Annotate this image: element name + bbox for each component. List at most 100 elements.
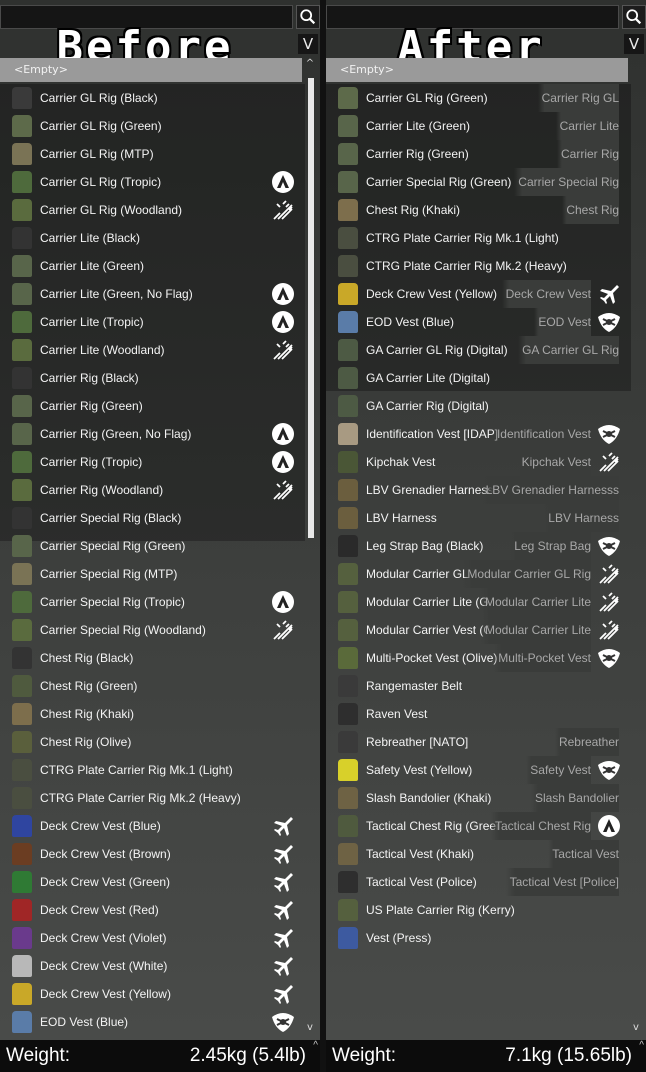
search-button[interactable] [622, 5, 646, 29]
item-name: Slash Bandolier (Khaki) [366, 791, 492, 805]
list-item[interactable]: Carrier Special Rig (Black) [0, 504, 305, 532]
item-thumbnail-icon [12, 983, 32, 1005]
list-item[interactable]: LBV Harness LBV Harness [326, 504, 631, 532]
list-item[interactable]: Deck Crew Vest (Yellow) [0, 980, 305, 1008]
list-item[interactable]: Carrier Lite (Woodland) [0, 336, 305, 364]
list-item[interactable]: Rangemaster Belt [326, 672, 631, 700]
item-name: Safety Vest (Yellow) [366, 763, 473, 777]
item-name: Identification Vest [IDAP] [366, 427, 499, 441]
scroll-down-arrow[interactable]: v [630, 1022, 642, 1034]
list-item[interactable]: EOD Vest (Blue) [0, 1008, 305, 1036]
item-thumbnail-icon [338, 675, 358, 697]
list-item[interactable]: Carrier Special Rig (MTP) [0, 560, 305, 588]
list-item[interactable]: Carrier GL Rig (MTP) [0, 140, 305, 168]
list-item[interactable]: Vest (Press) [326, 924, 631, 952]
list-item[interactable]: Raven Vest [326, 700, 631, 728]
item-name: LBV Harness [366, 511, 437, 525]
item-thumbnail-icon [12, 283, 32, 305]
list-item[interactable]: Tactical Chest Rig (Green) Tactical Chest… [326, 812, 631, 840]
scroll-down-arrow[interactable]: v [304, 1022, 316, 1034]
sort-button[interactable]: V [624, 34, 644, 54]
list-item[interactable]: Carrier Special Rig (Tropic) [0, 588, 305, 616]
item-name: Multi-Pocket Vest (Olive) [366, 651, 498, 665]
list-item[interactable]: Carrier Lite (Black) [0, 224, 305, 252]
list-item[interactable]: Deck Crew Vest (Blue) [0, 812, 305, 840]
list-item[interactable]: Carrier GL Rig (Green) Carrier Rig GL [326, 84, 631, 112]
list-item[interactable]: Carrier Rig (Green, No Flag) [0, 420, 305, 448]
list-item[interactable]: Chest Rig (Khaki) [0, 700, 305, 728]
list-item[interactable]: EOD Vest (Blue) EOD Vest [326, 308, 631, 336]
list-item[interactable]: Chest Rig (Green) [0, 672, 305, 700]
list-item[interactable]: Deck Crew Vest (White) [0, 952, 305, 980]
list-item[interactable]: Carrier Lite (Green) [0, 252, 305, 280]
apex-icon [271, 310, 295, 334]
list-item[interactable]: Carrier Rig (Woodland) [0, 476, 305, 504]
item-source: Kipchak Vest [517, 448, 591, 476]
list-item[interactable]: Kipchak Vest Kipchak Vest [326, 448, 631, 476]
item-thumbnail-icon [12, 311, 32, 333]
item-thumbnail-icon [338, 283, 358, 305]
list-item[interactable]: Carrier Special Rig (Woodland) [0, 616, 305, 644]
list-item[interactable]: Carrier GL Rig (Woodland) [0, 196, 305, 224]
item-name: CTRG Plate Carrier Rig Mk.2 (Heavy) [40, 791, 241, 805]
list-item[interactable]: Carrier Lite (Tropic) [0, 308, 305, 336]
sort-button[interactable]: V [298, 34, 318, 54]
list-item[interactable]: Carrier GL Rig (Tropic) [0, 168, 305, 196]
list-item[interactable]: Deck Crew Vest (Violet) [0, 924, 305, 952]
list-item[interactable]: Rebreather [NATO] Rebreather [326, 728, 631, 756]
list-item[interactable]: Deck Crew Vest (Green) [0, 868, 305, 896]
list-item[interactable]: Carrier GL Rig (Black) [0, 84, 305, 112]
list-item[interactable]: Carrier Rig (Green) Carrier Rig [326, 140, 631, 168]
item-name: US Plate Carrier Rig (Kerry) [366, 903, 515, 917]
list-item[interactable]: US Plate Carrier Rig (Kerry) [326, 896, 631, 924]
item-source: Carrier Rig [556, 140, 619, 168]
list-item[interactable]: GA Carrier Lite (Digital) [326, 364, 631, 392]
list-item[interactable]: Carrier Special Rig (Green) Carrier Speci… [326, 168, 631, 196]
list-item[interactable]: Carrier Rig (Black) [0, 364, 305, 392]
list-item[interactable]: Carrier GL Rig (Green) [0, 112, 305, 140]
item-thumbnail-icon [338, 619, 358, 641]
list-item[interactable]: Modular Carrier GL Rig Modular Carrier GL… [326, 560, 631, 588]
list-item[interactable]: Deck Crew Vest (Red) [0, 896, 305, 924]
list-item[interactable]: Modular Carrier Lite (Geo Modular Carrier… [326, 588, 631, 616]
item-name: Carrier GL Rig (Green) [366, 91, 488, 105]
empty-item[interactable]: <Empty> [0, 58, 302, 82]
list-item[interactable]: Modular Carrier Vest (Geo Modular Carrier… [326, 616, 631, 644]
list-item[interactable]: CTRG Plate Carrier Rig Mk.2 (Heavy) [326, 252, 631, 280]
list-item[interactable]: Carrier Rig (Tropic) [0, 448, 305, 476]
item-thumbnail-icon [338, 899, 358, 921]
item-thumbnail-icon [12, 675, 32, 697]
list-item[interactable]: Tactical Vest (Police) Tactical Vest [Pol… [326, 868, 631, 896]
scroll-up-arrow[interactable]: ^ [304, 58, 316, 70]
list-item[interactable]: Chest Rig (Khaki) Chest Rig [326, 196, 631, 224]
list-item[interactable]: Identification Vest [IDAP] Identification… [326, 420, 631, 448]
list-item[interactable]: GA Carrier GL Rig (Digital) GA Carrier GL… [326, 336, 631, 364]
list-item[interactable]: Carrier Lite (Green, No Flag) [0, 280, 305, 308]
list-item[interactable]: Leg Strap Bag (Black) Leg Strap Bag [326, 532, 631, 560]
empty-item[interactable]: <Empty> [326, 58, 628, 82]
laws-of-war-icon [271, 1010, 295, 1034]
list-item[interactable]: Tactical Vest (Khaki) Tactical Vest [326, 840, 631, 868]
item-name: Carrier Special Rig (Black) [40, 511, 182, 525]
list-item[interactable]: CTRG Plate Carrier Rig Mk.1 (Light) [0, 756, 305, 784]
list-item[interactable]: Carrier Rig (Green) [0, 392, 305, 420]
list-item[interactable]: CTRG Plate Carrier Rig Mk.1 (Light) [326, 224, 631, 252]
contact-icon [271, 338, 295, 362]
list-item[interactable]: Multi-Pocket Vest (Olive) Multi-Pocket Ve… [326, 644, 631, 672]
list-item[interactable]: Chest Rig (Black) [0, 644, 305, 672]
list-item[interactable]: Carrier Special Rig (Green) [0, 532, 305, 560]
list-item[interactable]: Chest Rig (Olive) [0, 728, 305, 756]
list-item[interactable]: LBV Grenadier Harness LBV Grenadier Harne… [326, 476, 631, 504]
list-item[interactable]: Deck Crew Vest (Yellow) Deck Crew Vest [326, 280, 631, 308]
item-name: Carrier Special Rig (Woodland) [40, 623, 206, 637]
scrollbar-thumb[interactable] [308, 78, 314, 538]
search-button[interactable] [296, 5, 320, 29]
list-item[interactable]: Carrier Lite (Green) Carrier Lite [326, 112, 631, 140]
list-item[interactable]: CTRG Plate Carrier Rig Mk.2 (Heavy) [0, 784, 305, 812]
list-item[interactable]: Safety Vest (Yellow) Safety Vest [326, 756, 631, 784]
item-thumbnail-icon [338, 843, 358, 865]
list-item[interactable]: GA Carrier Rig (Digital) [326, 392, 631, 420]
list-item[interactable]: Slash Bandolier (Khaki) Slash Bandolier [326, 784, 631, 812]
item-thumbnail-icon [12, 339, 32, 361]
list-item[interactable]: Deck Crew Vest (Brown) [0, 840, 305, 868]
